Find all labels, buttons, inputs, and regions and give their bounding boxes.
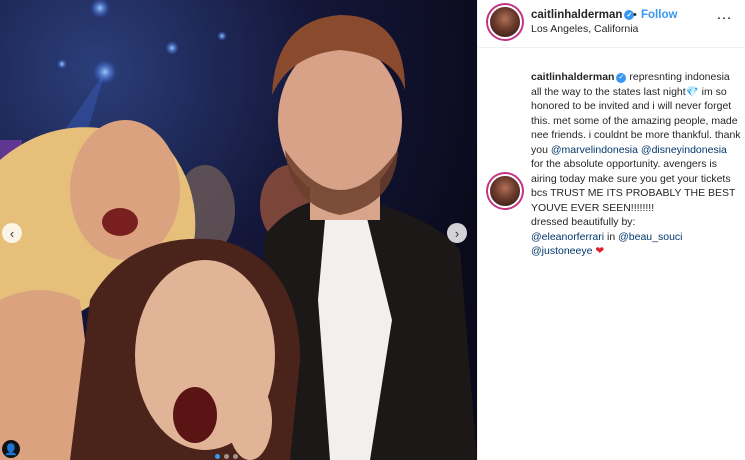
caption-text: dressed beautifully by: xyxy=(531,216,636,228)
header-username[interactable]: caitlinhalderman ✓ xyxy=(531,9,635,21)
post-header: caitlinhalderman ✓ • Follow Los Angeles, … xyxy=(478,0,745,48)
carousel-dot xyxy=(224,454,229,459)
avatar[interactable] xyxy=(490,7,520,37)
mention-link[interactable]: @justoneeye xyxy=(531,245,592,257)
caption-text: in xyxy=(604,230,619,243)
caption-avatar[interactable] xyxy=(490,176,520,206)
gem-emoji: 💎 xyxy=(685,85,699,98)
verified-badge-icon: ✓ xyxy=(616,73,627,84)
mention-link[interactable]: @disneyindonesia xyxy=(641,144,727,156)
previous-slide-button[interactable]: ‹ xyxy=(2,223,22,243)
heart-emoji: ❤ xyxy=(595,245,605,257)
caption-username[interactable]: caitlinhalderman xyxy=(531,71,614,83)
mention-link[interactable]: @eleanorferrari xyxy=(531,231,604,243)
separator-dot: • xyxy=(633,9,637,21)
post-caption: caitlinhalderman ✓ represnting indonesia … xyxy=(531,70,741,259)
mention-link[interactable]: @marvelindonesia xyxy=(551,144,638,156)
username-link[interactable]: caitlinhalderman xyxy=(531,9,622,21)
stage-light xyxy=(57,59,67,69)
person-tag-button[interactable]: 👤 xyxy=(2,440,20,458)
stage-light xyxy=(90,0,110,18)
carousel-dot xyxy=(215,454,220,459)
carousel-dot xyxy=(233,454,238,459)
selfie-image xyxy=(0,0,477,460)
post-sidebar: caitlinhalderman ✓ • Follow Los Angeles, … xyxy=(477,0,745,460)
more-options-icon[interactable]: … xyxy=(716,6,733,24)
follow-button[interactable]: Follow xyxy=(641,9,677,21)
mention-link[interactable]: @beau_souci xyxy=(618,231,682,243)
next-slide-button[interactable]: › xyxy=(447,223,467,243)
chevron-right-icon: › xyxy=(454,225,460,241)
carousel-indicators xyxy=(215,454,238,459)
caption-text: for the absolute opportunity. avengers i… xyxy=(531,158,736,214)
location-link[interactable]: Los Angeles, California xyxy=(531,23,638,35)
post-photo[interactable]: ‹ › 👤 xyxy=(0,0,477,460)
person-tag-icon: 👤 xyxy=(4,443,18,456)
stage-light xyxy=(165,41,179,55)
chevron-left-icon: ‹ xyxy=(9,225,15,241)
stage-light xyxy=(217,31,227,41)
